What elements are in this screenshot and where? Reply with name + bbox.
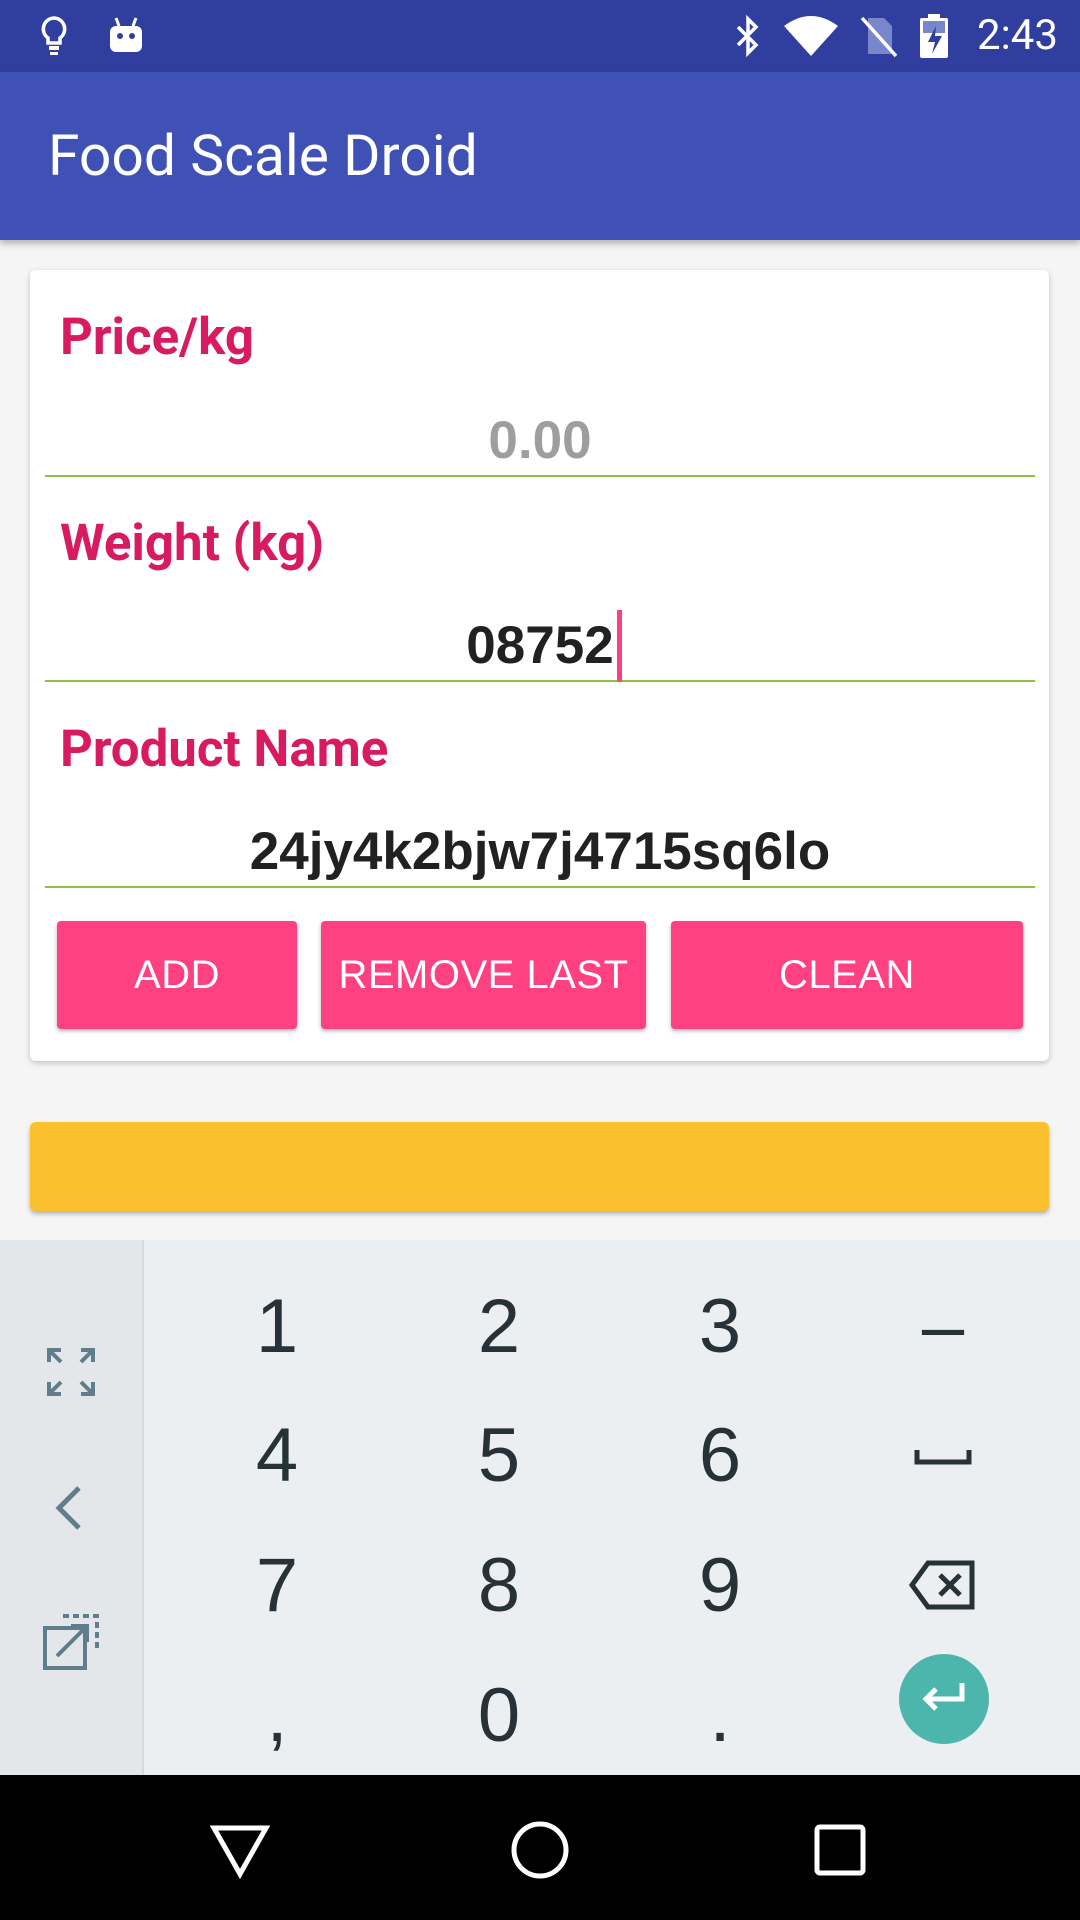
backspace-icon bbox=[908, 1560, 975, 1610]
keyboard-side-panel bbox=[0, 1240, 144, 1775]
price-input[interactable] bbox=[45, 405, 1035, 477]
no-sim-icon bbox=[860, 16, 898, 58]
enter-icon bbox=[922, 1683, 965, 1711]
wifi-icon bbox=[784, 16, 838, 56]
key-8[interactable]: 8 bbox=[399, 1525, 599, 1645]
key-minus[interactable]: – bbox=[843, 1266, 1043, 1386]
lightbulb-icon bbox=[41, 16, 67, 55]
remove-last-button[interactable]: REMOVE LAST bbox=[321, 921, 646, 1029]
key-3[interactable]: 3 bbox=[620, 1266, 820, 1386]
key-2[interactable]: 2 bbox=[399, 1266, 599, 1386]
app-title: Food Scale Droid bbox=[48, 122, 478, 189]
weight-input[interactable] bbox=[45, 610, 1035, 682]
add-button[interactable]: ADD bbox=[57, 921, 297, 1029]
product-name-label: Product Name bbox=[60, 720, 389, 779]
backspace-key[interactable] bbox=[843, 1525, 1043, 1645]
numeric-keyboard: 1 2 3 – 4 5 6 7 8 9 , 0 . bbox=[0, 1240, 1080, 1775]
clean-button[interactable]: CLEAN bbox=[671, 921, 1023, 1029]
popout-icon[interactable] bbox=[31, 1602, 111, 1682]
nav-home-icon[interactable] bbox=[505, 1815, 575, 1885]
key-1[interactable]: 1 bbox=[177, 1266, 377, 1386]
text-cursor bbox=[617, 610, 622, 682]
clock: 2:43 bbox=[977, 11, 1058, 60]
key-0[interactable]: 0 bbox=[399, 1655, 599, 1775]
nav-recents-icon[interactable] bbox=[805, 1815, 875, 1885]
space-icon bbox=[914, 1450, 972, 1465]
status-bar: 2:43 bbox=[0, 0, 1080, 72]
entry-card: Price/kg Weight (kg) Product Name ADD RE… bbox=[30, 270, 1049, 1061]
key-7[interactable]: 7 bbox=[177, 1525, 377, 1645]
android-icon bbox=[110, 17, 142, 52]
key-comma[interactable]: , bbox=[177, 1655, 377, 1775]
product-name-input[interactable] bbox=[45, 816, 1035, 888]
nav-back-icon[interactable] bbox=[205, 1815, 275, 1885]
fullscreen-icon[interactable] bbox=[31, 1332, 111, 1412]
space-key[interactable] bbox=[843, 1395, 1043, 1515]
weight-label: Weight (kg) bbox=[60, 514, 325, 573]
key-6[interactable]: 6 bbox=[620, 1395, 820, 1515]
key-4[interactable]: 4 bbox=[177, 1395, 377, 1515]
total-bar bbox=[30, 1122, 1049, 1211]
back-arrow-icon[interactable] bbox=[31, 1468, 111, 1548]
key-9[interactable]: 9 bbox=[620, 1525, 820, 1645]
price-label: Price/kg bbox=[60, 308, 254, 367]
system-nav-bar bbox=[0, 1775, 1080, 1920]
battery-charging-icon bbox=[920, 14, 948, 58]
app-bar: Food Scale Droid bbox=[0, 72, 1080, 240]
key-period[interactable]: . bbox=[620, 1655, 820, 1775]
bluetooth-icon bbox=[736, 14, 759, 58]
enter-key[interactable] bbox=[899, 1654, 989, 1744]
key-5[interactable]: 5 bbox=[399, 1395, 599, 1515]
